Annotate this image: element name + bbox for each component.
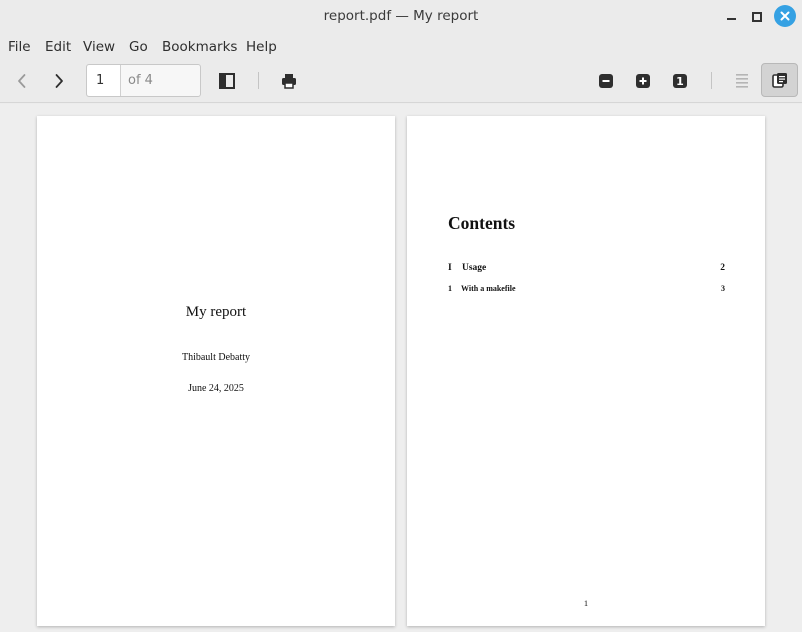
maximize-button[interactable] <box>746 6 768 28</box>
page-total-label: of 4 <box>128 73 153 88</box>
document-page-contents[interactable]: Contents I Usage 2 1 With a makefile 3 1 <box>407 116 765 626</box>
print-button[interactable] <box>278 70 300 92</box>
toolbar: of 4 1 <box>0 59 802 103</box>
toc-entry-number: I <box>448 263 452 273</box>
menu-bookmarks[interactable]: Bookmarks <box>162 39 237 55</box>
toolbar-separator <box>711 72 712 89</box>
maximize-icon <box>752 12 762 22</box>
next-page-button[interactable] <box>48 70 70 92</box>
page-number-input[interactable] <box>87 65 121 96</box>
sidebar-icon <box>219 73 235 89</box>
zoom-out-icon <box>599 74 613 88</box>
zoom-reset-button[interactable]: 1 <box>669 70 691 92</box>
print-icon <box>282 74 296 89</box>
continuous-view-button[interactable] <box>731 70 753 92</box>
window-title: report.pdf — My report <box>323 8 479 24</box>
toolbar-separator <box>258 72 259 89</box>
dual-page-icon <box>771 73 787 88</box>
toc-entry-label: With a makefile <box>461 284 516 293</box>
menu-file[interactable]: File <box>8 39 31 55</box>
dual-page-button[interactable] <box>761 63 798 97</box>
zoom-in-button[interactable] <box>632 70 654 92</box>
document-author: Thibault Debatty <box>181 352 251 363</box>
document-date: June 24, 2025 <box>188 383 244 394</box>
minimize-icon <box>726 17 736 20</box>
chevron-right-icon <box>55 74 63 88</box>
page-selector: of 4 <box>86 64 201 97</box>
minimize-button[interactable] <box>720 6 742 28</box>
document-page-title[interactable]: My report Thibault Debatty June 24, 2025 <box>37 116 395 626</box>
zoom-in-icon <box>636 74 650 88</box>
zoom-out-button[interactable] <box>595 70 617 92</box>
toc-entry-page: 3 <box>721 284 725 293</box>
menu-go[interactable]: Go <box>129 39 148 55</box>
toc-entry-number: 1 <box>448 284 452 293</box>
page-footer-number: 1 <box>583 598 589 608</box>
menu-help[interactable]: Help <box>246 39 277 55</box>
zoom-reset-icon: 1 <box>673 74 687 88</box>
title-bar: report.pdf — My report <box>0 0 802 33</box>
document-view[interactable]: My report Thibault Debatty June 24, 2025… <box>0 104 802 632</box>
close-button[interactable] <box>774 5 796 27</box>
menu-edit[interactable]: Edit <box>45 39 71 55</box>
sidebar-toggle-button[interactable] <box>216 70 238 92</box>
contents-heading: Contents <box>448 213 516 233</box>
continuous-view-icon <box>736 74 748 88</box>
close-icon <box>780 11 790 21</box>
toc-entry-page: 2 <box>720 263 725 273</box>
menu-bar: File Edit View Go Bookmarks Help <box>0 33 802 59</box>
chevron-left-icon <box>18 74 26 88</box>
menu-view[interactable]: View <box>83 39 115 55</box>
previous-page-button[interactable] <box>11 70 33 92</box>
document-title: My report <box>185 304 247 320</box>
toc-entry-label: Usage <box>462 263 487 273</box>
